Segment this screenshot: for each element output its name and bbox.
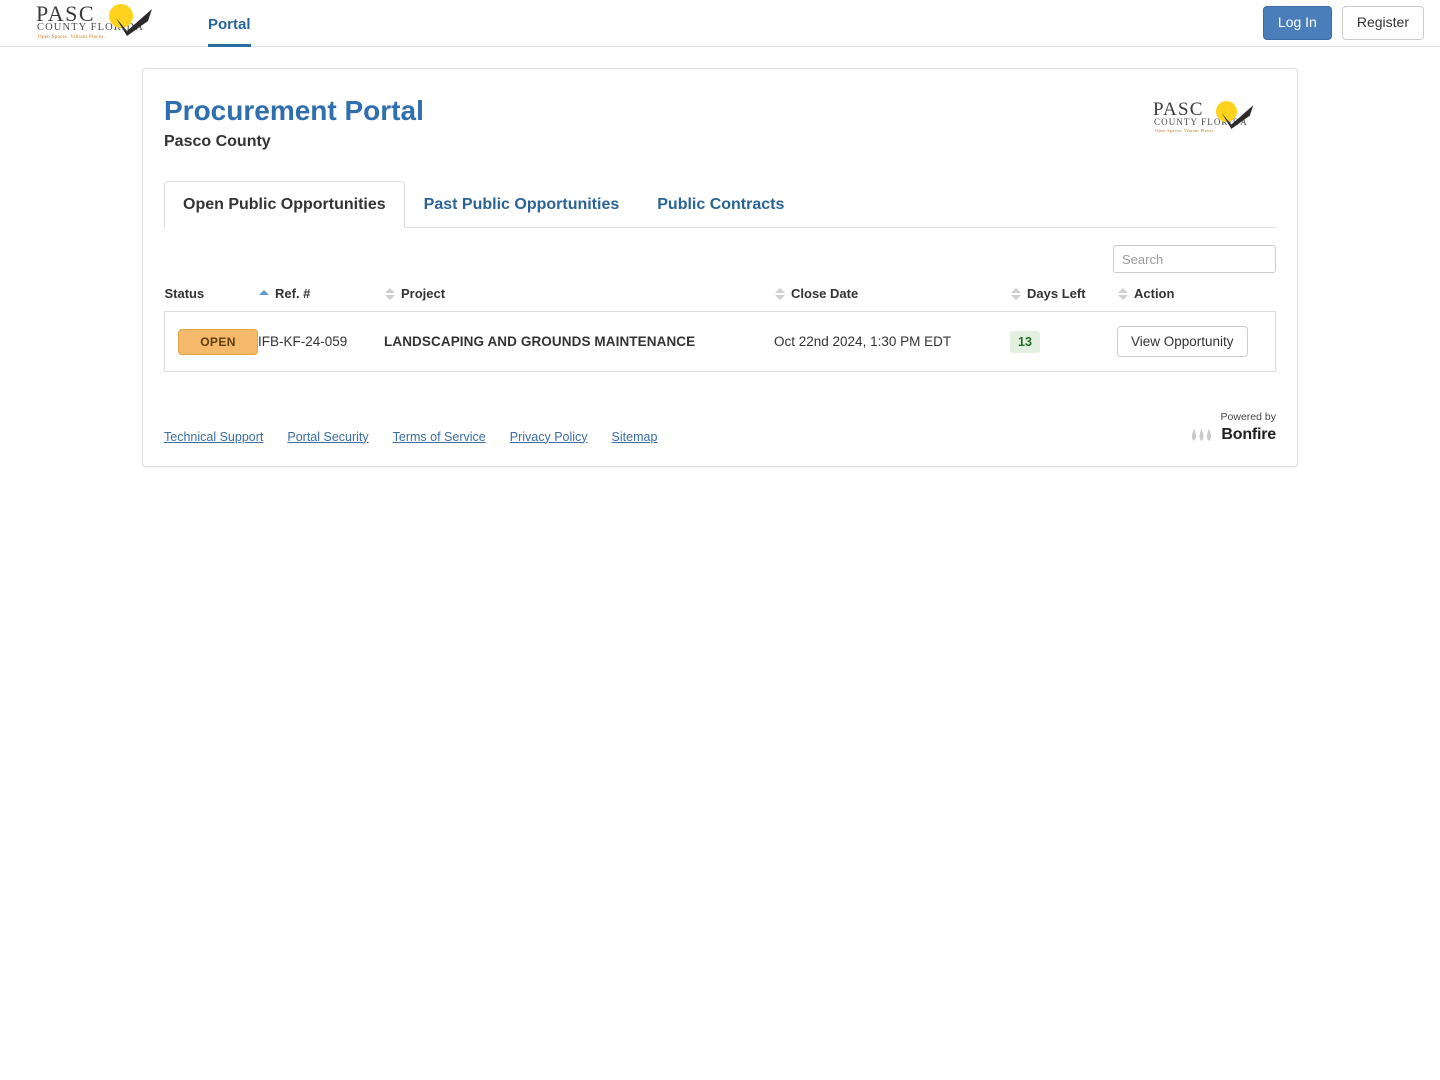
column-header-close-date-label: Close Date bbox=[791, 286, 859, 302]
card-checkmark-icon bbox=[1221, 105, 1254, 129]
bonfire-flames-icon bbox=[1192, 428, 1212, 442]
cell-ref: IFB-KF-24-059 bbox=[258, 311, 384, 373]
footer-link-terms-of-service[interactable]: Terms of Service bbox=[393, 430, 486, 444]
column-header-ref[interactable]: Ref. # bbox=[258, 286, 384, 313]
tab-past-public-opportunities-label: Past Public Opportunities bbox=[423, 196, 620, 214]
tab-past-public-opportunities[interactable]: Past Public Opportunities bbox=[405, 181, 639, 228]
status-badge: OPEN bbox=[178, 328, 258, 355]
column-header-status[interactable]: Status bbox=[164, 286, 258, 313]
checkmark-icon bbox=[116, 9, 152, 36]
column-header-ref-label: Ref. # bbox=[275, 286, 311, 302]
page-title-block: Procurement Portal Pasco County bbox=[164, 95, 424, 151]
navbar-actions: Log In Register bbox=[1262, 6, 1424, 40]
sort-icon-days-left[interactable] bbox=[1010, 287, 1021, 300]
column-header-action-label: Action bbox=[1134, 286, 1175, 302]
powered-by-label: Powered by bbox=[1220, 411, 1276, 424]
column-header-project-label: Project bbox=[401, 286, 446, 302]
column-header-days-left[interactable]: Days Left bbox=[1010, 286, 1117, 313]
nav-tab-portal-label: Portal bbox=[208, 15, 251, 33]
logo-tagline: Open Spaces. Vibrant Places. bbox=[38, 35, 106, 40]
primary-nav: Portal bbox=[208, 0, 251, 47]
opportunity-tabs: Open Public Opportunities Past Public Op… bbox=[164, 181, 1276, 229]
card-logo-tagline: Open Spaces. Vibrant Places. bbox=[1155, 128, 1215, 133]
nav-tab-portal[interactable]: Portal bbox=[208, 0, 251, 47]
cell-close-date: Oct 22nd 2024, 1:30 PM EDT bbox=[774, 311, 1010, 373]
footer-link-portal-security[interactable]: Portal Security bbox=[287, 430, 368, 444]
table-body: OPEN IFB-KF-24-059 LANDSCAPING AND GROUN… bbox=[164, 311, 1276, 373]
page-subtitle: Pasco County bbox=[164, 133, 271, 151]
table-header: Status Ref. # Project Close Date Days Le… bbox=[164, 286, 1276, 313]
card-footer: Technical Support Portal Security Terms … bbox=[164, 372, 1276, 465]
tab-public-contracts-label: Public Contracts bbox=[657, 196, 785, 214]
top-navbar: PASC COUNTY FLORIDA Open Spaces. Vibrant… bbox=[0, 0, 1440, 47]
cell-status: OPEN bbox=[164, 311, 258, 373]
log-in-button[interactable]: Log In bbox=[1262, 6, 1332, 40]
cell-days-left: 13 bbox=[1010, 311, 1117, 373]
opportunities-table: Status Ref. # Project Close Date Days Le… bbox=[164, 286, 1276, 373]
view-opportunity-button[interactable]: View Opportunity bbox=[1117, 326, 1248, 358]
active-tab-indicator bbox=[208, 43, 251, 47]
bonfire-wordmark: Bonfire bbox=[1221, 425, 1276, 443]
table-row[interactable]: OPEN IFB-KF-24-059 LANDSCAPING AND GROUN… bbox=[164, 311, 1276, 373]
search-input[interactable] bbox=[1113, 245, 1276, 274]
footer-links: Technical Support Portal Security Terms … bbox=[164, 430, 657, 444]
card-header: Procurement Portal Pasco County PASC COU… bbox=[164, 69, 1276, 169]
column-header-status-label: Status bbox=[164, 286, 205, 302]
tab-open-public-opportunities-label: Open Public Opportunities bbox=[183, 196, 386, 214]
column-header-action: Action bbox=[1117, 286, 1276, 313]
sort-icon-close-date[interactable] bbox=[774, 287, 785, 300]
procurement-portal-card: Procurement Portal Pasco County PASC COU… bbox=[142, 68, 1298, 467]
cell-project: LANDSCAPING AND GROUNDS MAINTENANCE bbox=[384, 311, 774, 373]
page-title: Procurement Portal bbox=[164, 95, 424, 126]
pasco-county-logo[interactable]: PASC COUNTY FLORIDA Open Spaces. Vibrant… bbox=[36, 1, 152, 45]
days-left-badge: 13 bbox=[1010, 330, 1040, 353]
sort-icon-project[interactable] bbox=[384, 287, 395, 300]
sort-asc-icon[interactable] bbox=[258, 290, 269, 297]
search-row bbox=[164, 228, 1276, 274]
column-header-days-left-label: Days Left bbox=[1027, 286, 1086, 302]
footer-link-sitemap[interactable]: Sitemap bbox=[612, 430, 658, 444]
cell-action: View Opportunity bbox=[1117, 311, 1276, 373]
tab-public-contracts[interactable]: Public Contracts bbox=[638, 181, 803, 228]
table-header-row: Status Ref. # Project Close Date Days Le… bbox=[164, 286, 1276, 313]
column-header-project[interactable]: Project bbox=[384, 286, 774, 313]
card-pasco-county-logo: PASC COUNTY FLORIDA Open Spaces. Vibrant… bbox=[1153, 99, 1276, 147]
sort-icon-action[interactable] bbox=[1117, 287, 1128, 300]
footer-link-privacy-policy[interactable]: Privacy Policy bbox=[510, 430, 588, 444]
tab-open-public-opportunities[interactable]: Open Public Opportunities bbox=[164, 181, 405, 229]
powered-by-bonfire: Powered by Bonfire bbox=[1190, 412, 1276, 443]
register-button[interactable]: Register bbox=[1341, 6, 1424, 40]
column-header-close-date[interactable]: Close Date bbox=[774, 286, 1010, 313]
footer-link-technical-support[interactable]: Technical Support bbox=[164, 430, 263, 444]
